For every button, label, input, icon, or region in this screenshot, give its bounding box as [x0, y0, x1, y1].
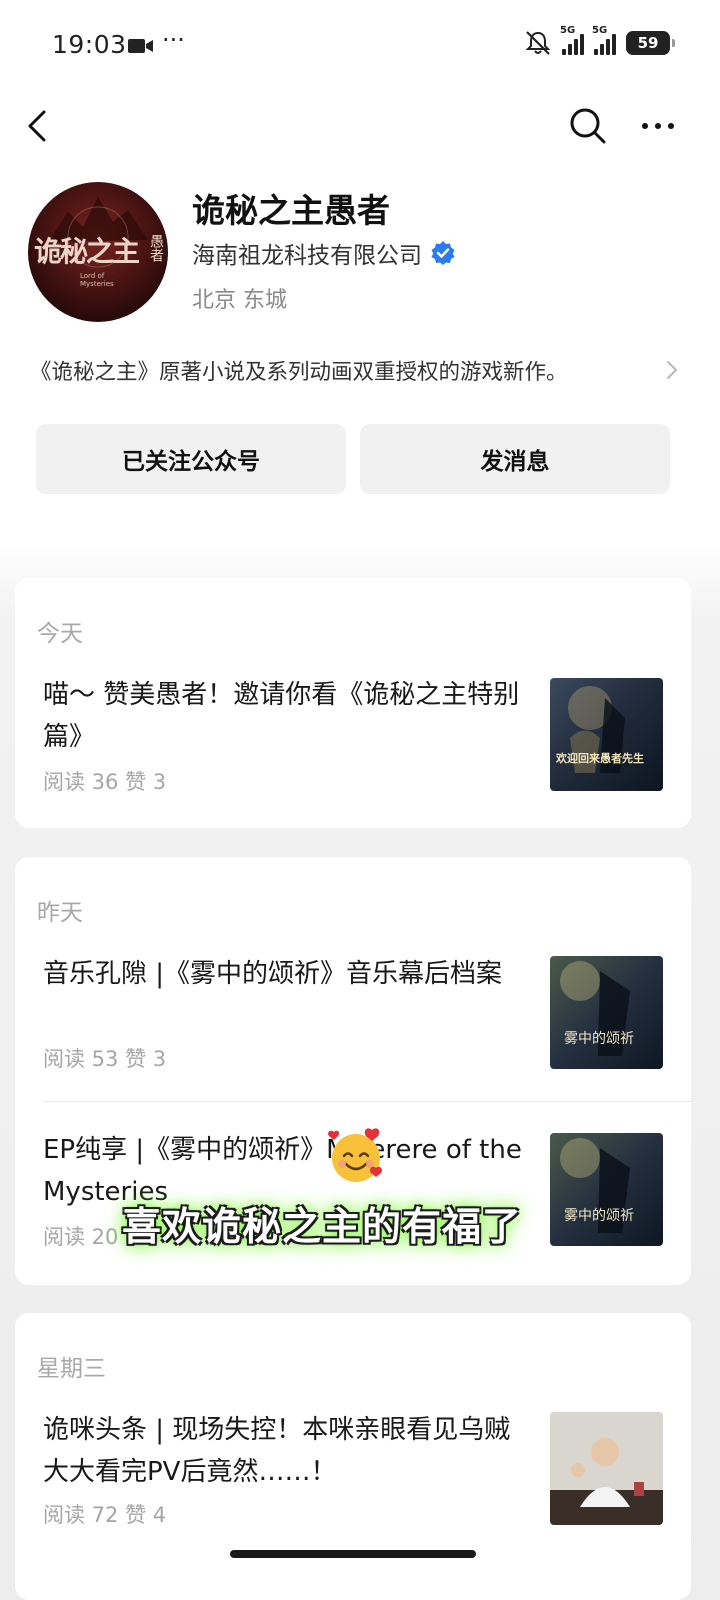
signal-icon: 5G	[560, 25, 584, 55]
avatar-subtitle: 愚者	[148, 234, 164, 262]
company-name[interactable]: 海南祖龙科技有限公司	[192, 236, 422, 270]
article-stats: 阅读 72 赞 4	[43, 1503, 167, 1527]
send-message-button[interactable]: 发消息	[360, 424, 670, 494]
network-type: 5G	[560, 25, 576, 36]
battery-level: 59	[637, 34, 659, 52]
thumbnail-caption: 雾中的颂祈	[564, 1031, 634, 1047]
article-title[interactable]: 诡咪头条 | 现场失控！本咪亲眼看见乌贼大大看完PV后竟然……！	[43, 1409, 533, 1493]
article-stats: 阅读 36 赞 3	[43, 770, 167, 794]
video-camera-icon	[128, 39, 153, 53]
status-bar: 19:03 ··· 5G 5G 59	[0, 0, 720, 92]
avatar[interactable]: 诡秘之主 愚者 Lord of Mysteries	[28, 182, 168, 322]
location: 北京 东城	[192, 288, 287, 313]
search-icon[interactable]	[566, 104, 610, 148]
article-title[interactable]: 喵～ 赞美愚者！邀请你看《诡秘之主特别篇》	[43, 674, 533, 758]
more-icon[interactable]	[636, 104, 680, 148]
status-time: 19:03	[52, 30, 127, 59]
status-indicators: 5G 5G 59	[524, 25, 675, 56]
video-caption: 喜欢诡秘之主的有福了	[122, 1205, 523, 1250]
verified-icon	[431, 241, 455, 265]
thumbnail-caption: 雾中的颂祈	[564, 1208, 634, 1224]
chevron-right-icon	[667, 361, 677, 379]
group-date: 今天	[37, 621, 83, 647]
battery-icon: 59	[626, 31, 675, 55]
article-title[interactable]: 音乐孔隙 |《雾中的颂祈》音乐幕后档案	[43, 953, 533, 995]
avatar-title: 诡秘之主	[34, 235, 140, 268]
account-name: 诡秘之主愚者	[192, 191, 390, 230]
account-description: 《诡秘之主》原著小说及系列动画双重授权的游戏新作。	[30, 359, 568, 385]
description-row[interactable]: 《诡秘之主》原著小说及系列动画双重授权的游戏新作。	[30, 350, 680, 390]
home-indicator[interactable]	[230, 1550, 476, 1558]
group-date: 星期三	[37, 1356, 106, 1382]
smiling-face-with-hearts-icon	[328, 1128, 382, 1182]
back-icon[interactable]	[18, 104, 62, 148]
article-stats: 阅读 53 赞 3	[43, 1047, 167, 1071]
article-thumbnail[interactable]: 欢迎回来愚者先生	[550, 678, 663, 791]
mute-icon	[525, 31, 551, 55]
article-group-today: 今天 喵～ 赞美愚者！邀请你看《诡秘之主特别篇》 阅读 36 赞 3 欢迎回来愚…	[15, 578, 691, 828]
signal-icon: 5G	[592, 25, 616, 55]
article-thumbnail[interactable]: 雾中的颂祈	[550, 956, 663, 1069]
thumbnail-caption: 欢迎回来愚者先生	[556, 752, 644, 765]
more-notifications-icon: ···	[162, 26, 185, 54]
article-stats: 阅读 20	[43, 1225, 119, 1249]
divider	[43, 1101, 691, 1102]
group-date: 昨天	[37, 900, 83, 926]
article-thumbnail[interactable]: 雾中的颂祈	[550, 1133, 663, 1246]
article-thumbnail[interactable]	[550, 1412, 663, 1525]
avatar-english: Lord of Mysteries	[80, 272, 114, 288]
followed-button[interactable]: 已关注公众号	[36, 424, 346, 494]
company-row[interactable]: 海南祖龙科技有限公司	[192, 236, 456, 270]
network-type: 5G	[592, 25, 608, 36]
